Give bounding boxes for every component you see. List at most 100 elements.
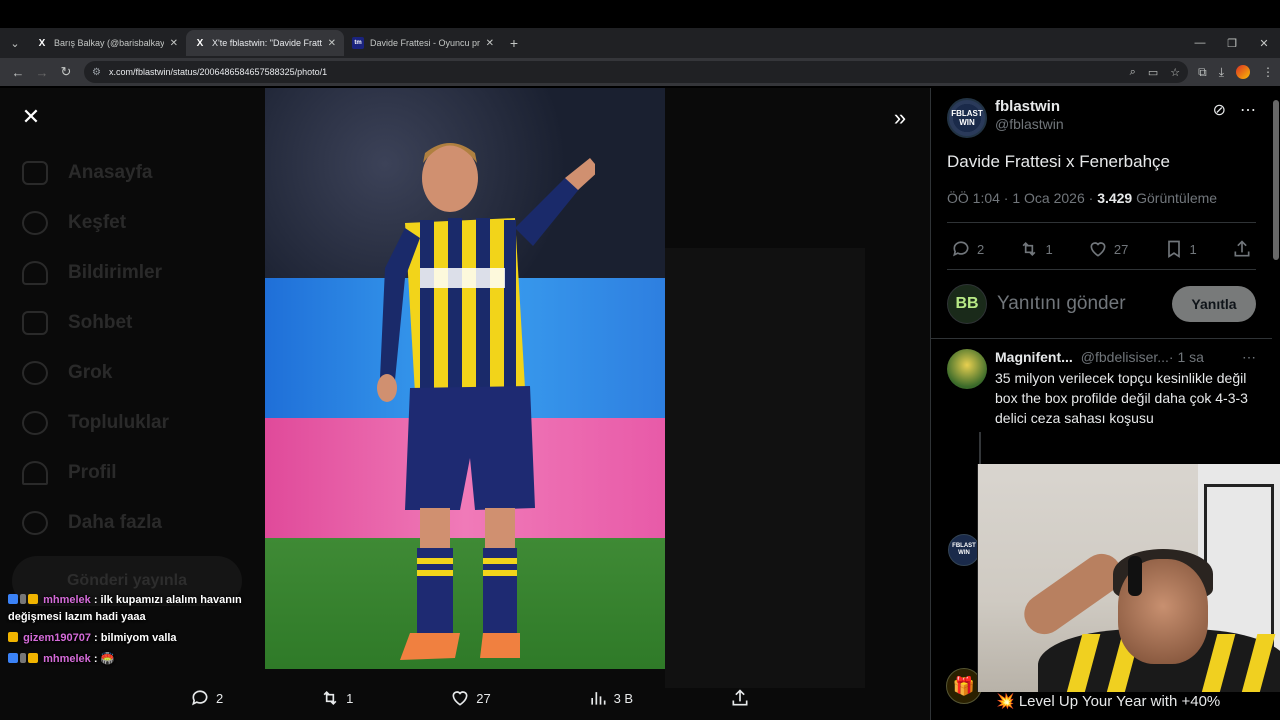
- headset-icon: [1128, 556, 1142, 596]
- share-button[interactable]: [730, 688, 750, 708]
- grok-icon[interactable]: ⊘: [1213, 100, 1226, 120]
- views-count: 3.429: [1097, 190, 1133, 206]
- reply-text: 35 milyon verilecek topçu kesinlikle değ…: [995, 370, 1248, 426]
- bookmark-button[interactable]: 1: [1164, 239, 1197, 259]
- tweet-time[interactable]: ÖÖ 1:04 · 1 Oca 2026 ·: [947, 190, 1097, 206]
- menu-kebab-icon[interactable]: ⋮: [1262, 65, 1274, 79]
- browser-tab-2[interactable]: X X'te fblastwin: "Davide Frattesi ✕: [186, 30, 344, 56]
- cast-icon[interactable]: ▭: [1148, 66, 1158, 79]
- minimize-icon[interactable]: —: [1184, 37, 1216, 50]
- site-info-icon[interactable]: ⚙: [92, 67, 101, 78]
- avatar[interactable]: FBLAST WIN: [947, 98, 987, 138]
- more-icon[interactable]: ⋯: [1240, 100, 1256, 120]
- dim-nav-item: Keşfet: [22, 198, 169, 248]
- reply-display-name[interactable]: Magnifent...: [995, 349, 1073, 365]
- chat-username: mhmelek: [43, 594, 91, 606]
- chat-text: : 🏟️: [93, 653, 115, 665]
- dim-nav-item: Bildirimler: [22, 248, 169, 298]
- x-logo-icon: X: [38, 37, 46, 49]
- reply-button[interactable]: 2: [951, 239, 984, 259]
- address-bar[interactable]: ⚙ x.com/fblastwin/status/200648658465758…: [84, 61, 1189, 83]
- chat-username: mhmelek: [43, 653, 91, 665]
- like-button[interactable]: 27: [450, 688, 491, 708]
- extensions-icon[interactable]: ⧉: [1198, 65, 1207, 80]
- tweet-photo[interactable]: [265, 88, 665, 669]
- dim-background-panel: [665, 248, 865, 688]
- tab-close-icon[interactable]: ✕: [486, 38, 494, 49]
- dim-nav-item: Daha fazla: [22, 498, 169, 548]
- browser-toolbar: ← → ↻ ⚙ x.com/fblastwin/status/200648658…: [0, 58, 1280, 86]
- expand-sidebar-icon[interactable]: »: [886, 104, 914, 132]
- tweet-text: Davide Frattesi x Fenerbahçe: [947, 152, 1170, 171]
- chat-username: gizem190707: [23, 632, 91, 644]
- comment-icon: [953, 241, 969, 257]
- tab-close-icon[interactable]: ✕: [328, 38, 336, 49]
- heart-icon: [452, 691, 468, 706]
- dim-nav-item: Sohbet: [22, 298, 169, 348]
- badge-icon: [8, 594, 18, 604]
- more-icon[interactable]: ⋯: [1242, 349, 1256, 366]
- scrollbar-thumb[interactable]: [1273, 100, 1279, 260]
- reply-time[interactable]: · 1 sa: [1169, 349, 1204, 365]
- dim-nav-item: Profil: [22, 448, 169, 498]
- reply-handle[interactable]: @fbdelisiser...: [1081, 349, 1169, 365]
- avatar[interactable]: BB: [947, 284, 987, 324]
- user-handle[interactable]: @fblastwin: [995, 116, 1064, 132]
- repost-icon: [323, 690, 337, 706]
- dim-nav-item: Grok: [22, 348, 169, 398]
- player-figure: [377, 143, 595, 660]
- reply-button[interactable]: 2: [190, 688, 223, 708]
- crown-badge-icon: [28, 653, 38, 663]
- tweet-actions: 2 1 27 1: [931, 223, 1272, 265]
- profile-avatar[interactable]: [1236, 65, 1250, 79]
- zoom-icon[interactable]: ⌕: [1130, 66, 1136, 79]
- reply-input[interactable]: Yanıtını gönder: [997, 293, 1126, 315]
- chat-message: mhmelek : 🏟️: [8, 651, 268, 668]
- views-label: Görüntüleme: [1132, 190, 1218, 206]
- avatar[interactable]: [947, 349, 987, 389]
- reply-submit-button[interactable]: Yanıtla: [1172, 286, 1256, 322]
- dim-nav-item: Anasayfa: [22, 148, 169, 198]
- window-controls: — ❐ ✕: [1184, 37, 1280, 50]
- back-icon[interactable]: ←: [6, 65, 30, 80]
- display-name[interactable]: fblastwin: [995, 98, 1064, 115]
- browser-tab-3[interactable]: tm Davide Frattesi - Oyuncu profili ✕: [344, 30, 502, 56]
- chat-message: gizem190707 : bilmiyom valla: [8, 630, 268, 647]
- transfermarkt-icon: tm: [352, 37, 364, 49]
- new-tab-button[interactable]: +: [502, 35, 526, 51]
- avatar[interactable]: FBLAST WIN: [948, 534, 980, 566]
- close-icon[interactable]: ✕: [18, 104, 44, 130]
- chat-text: : bilmiyom valla: [94, 632, 177, 644]
- dim-nav-item: Topluluklar: [22, 398, 169, 448]
- share-button[interactable]: [1232, 239, 1252, 259]
- tweet-meta: ÖÖ 1:04 · 1 Oca 2026 · 3.429 Görüntüleme: [931, 172, 1272, 206]
- reload-icon[interactable]: ↻: [54, 64, 78, 80]
- analytics-icon: [590, 692, 606, 705]
- tab-close-icon[interactable]: ✕: [170, 38, 178, 49]
- browser-tab-1[interactable]: X Barış Balkay (@barisbalkay) / X ✕: [28, 30, 186, 56]
- badge-icon: [8, 653, 18, 663]
- download-icon[interactable]: ⤓: [1219, 65, 1224, 80]
- restore-icon[interactable]: ❐: [1216, 37, 1248, 50]
- heart-icon: [1090, 242, 1106, 257]
- browser-tab-strip: ⌄ X Barış Balkay (@barisbalkay) / X ✕ X …: [0, 28, 1280, 58]
- reply-item[interactable]: Magnifent... @fbdelisiser... · 1 sa ⋯ 35…: [931, 339, 1272, 428]
- views-button[interactable]: 3 B: [588, 688, 633, 708]
- bookmark-icon: [1167, 240, 1180, 259]
- share-icon: [732, 689, 748, 706]
- photo-viewer: Anasayfa Keşfet Bildirimler Sohbet Grok …: [0, 88, 930, 720]
- repost-button[interactable]: 1: [320, 688, 353, 708]
- stream-chat-overlay: mhmelek : ilk kupamızı alalım havanın de…: [8, 592, 268, 672]
- promo-text: 💥 Level Up Your Year with +40%: [996, 693, 1221, 710]
- x-logo-icon: X: [196, 37, 204, 49]
- repost-icon: [1023, 241, 1036, 257]
- tab-title: Barış Balkay (@barisbalkay) / X: [54, 38, 164, 48]
- repost-button[interactable]: 1: [1019, 239, 1053, 259]
- window-close-icon[interactable]: ✕: [1248, 37, 1280, 50]
- like-button[interactable]: 27: [1088, 239, 1128, 259]
- dimmed-sidebar: Anasayfa Keşfet Bildirimler Sohbet Grok …: [22, 148, 169, 548]
- forward-icon[interactable]: →: [30, 65, 54, 80]
- bookmark-star-icon[interactable]: ☆: [1170, 66, 1180, 79]
- tab-search-icon[interactable]: ⌄: [2, 30, 28, 56]
- reply-composer: BB Yanıtını gönder Yanıtla: [931, 270, 1272, 324]
